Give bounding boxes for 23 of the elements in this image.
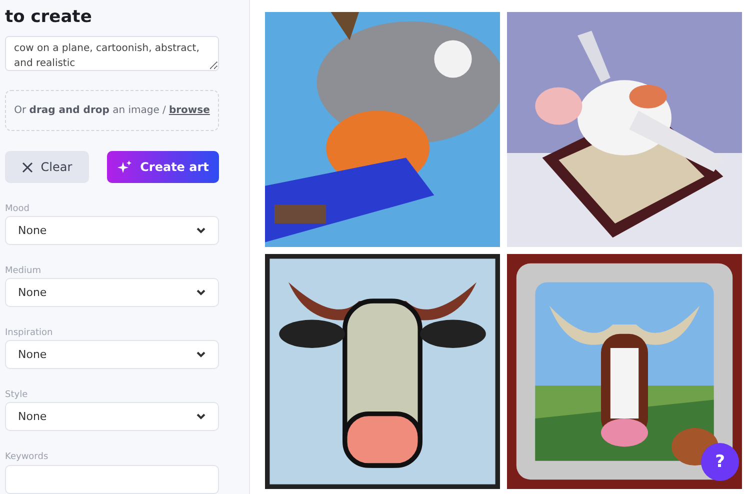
close-icon xyxy=(22,162,33,172)
clear-button[interactable]: Clear xyxy=(5,151,89,183)
dropzone-text: Or drag and drop an image / xyxy=(14,105,166,116)
chevron-down-icon xyxy=(196,289,206,296)
dropdown[interactable]: None xyxy=(5,340,219,369)
sparkle-icon xyxy=(117,160,132,174)
keywords-field[interactable] xyxy=(5,465,219,494)
chevron-down-icon xyxy=(196,227,206,234)
dropdown[interactable]: None xyxy=(5,278,219,307)
chevron-down-icon xyxy=(196,413,206,420)
field-label: Keywords xyxy=(5,451,50,463)
dropdown[interactable]: None xyxy=(5,402,219,431)
dropdown[interactable]: None xyxy=(5,216,219,245)
prompt-field[interactable]: cow on a plane, cartoonish, abstract, and realistic xyxy=(5,36,219,72)
create-art-button[interactable]: Create art xyxy=(107,151,219,183)
field-label: Mood xyxy=(5,203,30,215)
field-label: Inspiration xyxy=(5,327,54,339)
browse-link[interactable]: browse xyxy=(168,105,210,116)
field-label: Style xyxy=(5,389,29,401)
field-label: Medium xyxy=(5,265,42,277)
dropzone[interactable]: Or drag and drop an image / browse xyxy=(5,90,219,131)
heading: to create xyxy=(5,6,93,28)
chevron-down-icon xyxy=(196,351,206,358)
